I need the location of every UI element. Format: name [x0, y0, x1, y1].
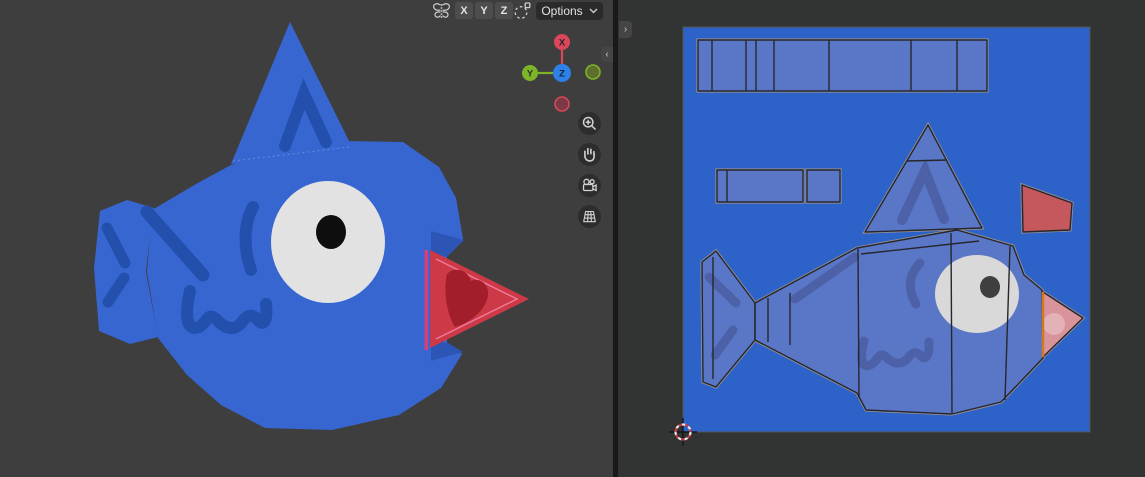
gizmo-neg-x-ball[interactable]: [554, 96, 570, 112]
uv-side-strip-a: [717, 170, 803, 202]
uv-top-strip: [698, 40, 987, 91]
butterfly-symmetry-icon: [433, 3, 450, 18]
camera-icon: [582, 178, 597, 192]
gizmo-x-label: X: [559, 38, 566, 49]
uv-eye: [935, 255, 1019, 333]
options-dropdown[interactable]: Options: [536, 2, 603, 20]
grid-icon: [583, 210, 596, 223]
camera-view-button[interactable]: [578, 174, 601, 197]
uv-canvas[interactable]: [618, 0, 1145, 477]
gizmo-z-label: Z: [559, 69, 565, 80]
orthographic-toggle-button[interactable]: [578, 205, 601, 228]
hand-icon: [584, 147, 595, 162]
gizmo-neg-y-ball[interactable]: [585, 64, 601, 80]
options-label: Options: [541, 4, 583, 18]
zoom-icon: [582, 116, 596, 130]
viewport-3d: X Y Z Options X Y Z ‹: [0, 0, 613, 477]
uv-mouth-blob: [1043, 313, 1065, 335]
fish-lips: [424, 231, 529, 361]
gizmo-y-label: Y: [527, 69, 534, 80]
uv-side-strip-b: [807, 170, 840, 202]
viewport-header: X Y Z Options: [0, 0, 613, 22]
sidebar-collapse-tab[interactable]: ‹: [601, 47, 613, 62]
zoom-button[interactable]: [578, 112, 601, 135]
chevron-down-icon: [589, 8, 598, 14]
mirror-y-button[interactable]: Y: [475, 2, 493, 19]
navigation-gizmo[interactable]: X Y Z: [515, 28, 615, 123]
toolbar-expand-tab[interactable]: ›: [619, 21, 632, 38]
fish-pupil: [316, 215, 346, 249]
pan-button[interactable]: [578, 143, 601, 166]
uv-image-editor: ›: [618, 0, 1145, 477]
blender-window: X Y Z Options X Y Z ‹ ›: [0, 0, 1145, 477]
mirror-z-button[interactable]: Z: [495, 2, 513, 19]
mirror-axis-group: X Y Z: [455, 2, 513, 19]
lip-seam-line: [424, 250, 428, 350]
mirror-x-button[interactable]: X: [455, 2, 473, 19]
uv-pupil: [980, 276, 1000, 298]
proportional-falloff-icon[interactable]: [512, 2, 532, 20]
